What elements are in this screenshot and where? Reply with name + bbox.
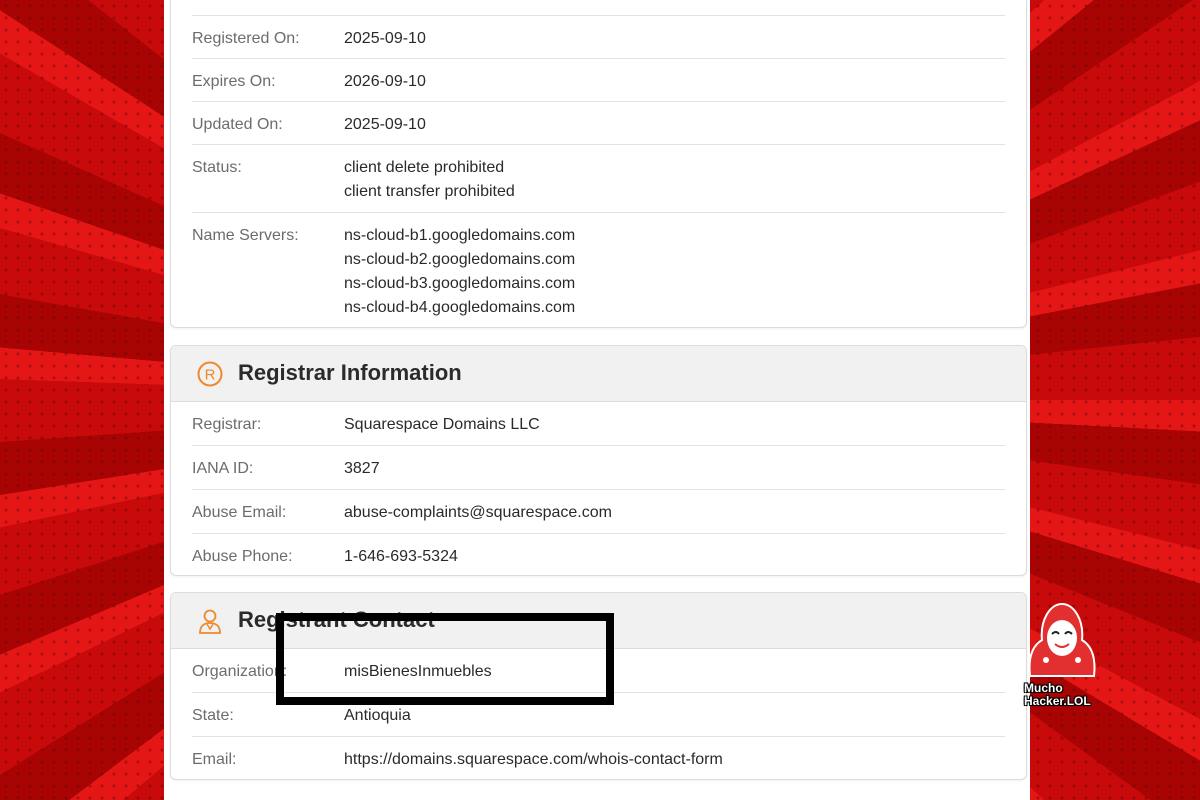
registered-on-label: Registered On: (192, 30, 300, 47)
registrar-card: R Registrar Information Registrar: Squar… (170, 345, 1027, 576)
registrar-card-header: R Registrar Information (171, 346, 1026, 402)
logo-text-line2: Hacker.LOL (1024, 694, 1091, 708)
registrar-label: Registrar: (192, 416, 262, 433)
person-icon (199, 609, 221, 634)
state-label: State: (192, 707, 234, 724)
name-servers-label: Name Servers: (192, 227, 299, 244)
status-label: Status: (192, 159, 242, 176)
registrar-value: Squarespace Domains LLC (344, 416, 540, 433)
updated-on-label: Updated On: (192, 116, 283, 133)
status-value-2: client transfer prohibited (344, 183, 515, 200)
abuse-email-label: Abuse Email: (192, 504, 287, 521)
highlight-box (276, 613, 614, 705)
email-row: Email: https://domains.squarespace.com/w… (192, 737, 1005, 780)
name-server-1: ns-cloud-b1.googledomains.com (344, 227, 576, 244)
name-server-4: ns-cloud-b4.googledomains.com (344, 299, 576, 316)
registrar-card-title: Registrar Information (238, 360, 462, 385)
iana-id-value: 3827 (344, 460, 380, 477)
abuse-phone-value: 1-646-693-5324 (344, 548, 458, 565)
iana-id-row: IANA ID: 3827 (192, 446, 1005, 490)
svg-text:R: R (205, 367, 216, 384)
state-value: Antioquia (344, 707, 411, 724)
email-label: Email: (192, 751, 237, 768)
registered-on-value: 2025-09-10 (344, 30, 426, 47)
name-servers-row: Name Servers: ns-cloud-b1.googledomains.… (192, 213, 1005, 327)
registered-trademark-icon: R (197, 361, 223, 387)
updated-on-row: Updated On: 2025-09-10 (192, 102, 1005, 145)
expires-on-label: Expires On: (192, 73, 276, 90)
domain-row-cropped (192, 0, 1005, 16)
logo-text: Mucho Hacker.LOL (1024, 682, 1091, 708)
domain-info-card: Registered On: 2025-09-10 Expires On: 20… (170, 0, 1027, 328)
expires-on-row: Expires On: 2026-09-10 (192, 59, 1005, 102)
name-server-2: ns-cloud-b2.googledomains.com (344, 251, 576, 268)
status-value-1: client delete prohibited (344, 159, 505, 176)
expires-on-value: 2026-09-10 (344, 73, 426, 90)
abuse-email-row: Abuse Email: abuse-complaints@squarespac… (192, 490, 1005, 534)
status-row: Status: client delete prohibited client … (192, 145, 1005, 213)
abuse-email-value: abuse-complaints@squarespace.com (344, 504, 612, 521)
email-value: https://domains.squarespace.com/whois-co… (344, 751, 723, 768)
registrar-row: Registrar: Squarespace Domains LLC (192, 402, 1005, 446)
registered-on-row: Registered On: 2025-09-10 (192, 16, 1005, 59)
name-server-3: ns-cloud-b3.googledomains.com (344, 275, 576, 292)
abuse-phone-row: Abuse Phone: 1-646-693-5324 (192, 534, 1005, 577)
updated-on-value: 2025-09-10 (344, 116, 426, 133)
abuse-phone-label: Abuse Phone: (192, 548, 293, 565)
organization-label: Organization: (192, 663, 288, 680)
iana-id-label: IANA ID: (192, 460, 254, 477)
